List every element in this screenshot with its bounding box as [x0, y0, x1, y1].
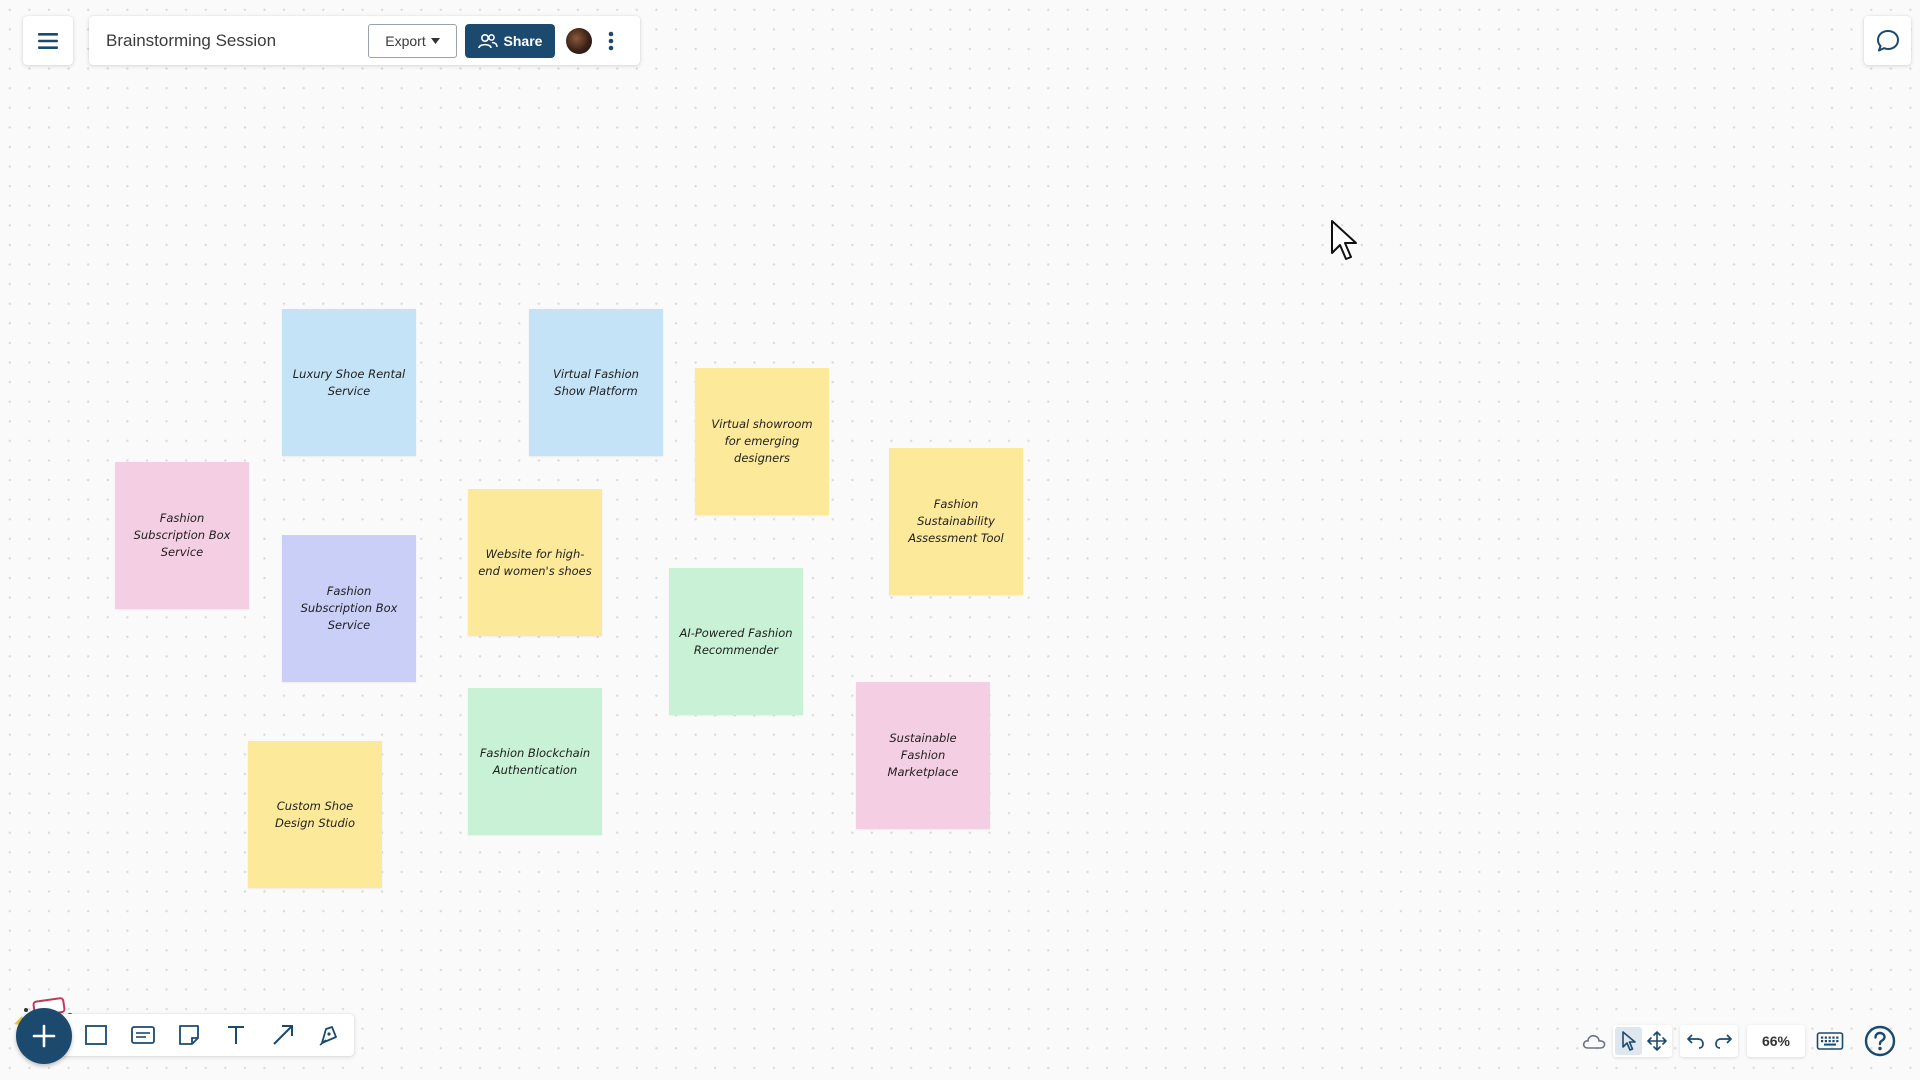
text-tool[interactable] [222, 1021, 250, 1049]
speech-bubble-icon [1876, 29, 1899, 51]
help-icon [1864, 1025, 1896, 1057]
sticky-note[interactable]: Fashion Blockchain Authentication [468, 688, 602, 835]
sticky-note[interactable]: AI-Powered Fashion Recommender [669, 568, 803, 715]
share-label: Share [503, 32, 543, 49]
export-button[interactable]: Export [368, 23, 457, 58]
sticky-note[interactable]: Virtual Fashion Show Platform [529, 309, 663, 456]
add-icon [32, 1024, 56, 1048]
mouse-pointer-icon [1331, 220, 1357, 260]
zoom-level[interactable]: 66% [1747, 1025, 1805, 1057]
sticky-note-text: Fashion Sustainability Assessment Tool [908, 497, 1004, 545]
sticky-note-text: Fashion Blockchain Authentication [479, 745, 591, 777]
help-button[interactable] [1863, 1024, 1897, 1058]
sticky-note-text: Fashion Subscription Box Service [300, 584, 398, 632]
pen-icon [319, 1026, 337, 1046]
main-menu-button[interactable] [23, 16, 73, 65]
board-title[interactable]: Brainstorming Session [106, 31, 368, 51]
move-icon [1646, 1031, 1667, 1051]
arrow-tool[interactable] [269, 1021, 297, 1049]
hamburger-icon [38, 32, 58, 49]
cloud-icon [1582, 1034, 1606, 1049]
sticky-note[interactable]: Custom Shoe Design Studio [248, 741, 382, 888]
undo-icon [1686, 1034, 1704, 1049]
redo-button[interactable] [1709, 1027, 1736, 1055]
text-icon [228, 1026, 244, 1044]
rectangle-icon [85, 1025, 107, 1045]
sticky-note-text: Custom Shoe Design Studio [275, 798, 355, 830]
more-options-button[interactable] [602, 26, 620, 56]
sticky-note[interactable]: Fashion Subscription Box Service [282, 535, 416, 682]
sticky-note[interactable]: Sustainable Fashion Marketplace [856, 682, 990, 829]
select-mode-button[interactable] [1615, 1027, 1642, 1055]
keyboard-shortcuts-button[interactable] [1814, 1027, 1846, 1055]
sticky-note-text: Sustainable Fashion Marketplace [887, 731, 959, 779]
kebab-icon [608, 31, 614, 50]
card-tool[interactable] [129, 1021, 157, 1049]
share-button[interactable]: Share [465, 23, 555, 58]
sticky-note-tool[interactable] [175, 1021, 203, 1049]
arrow-icon [273, 1025, 293, 1045]
user-avatar[interactable] [566, 27, 592, 54]
sticky-note-text: Virtual showroom for emerging designers [711, 417, 813, 465]
caret-down-icon [430, 37, 440, 44]
keyboard-icon [1816, 1032, 1844, 1050]
pan-mode-button[interactable] [1643, 1027, 1670, 1055]
undo-button[interactable] [1682, 1027, 1709, 1055]
sticky-note-text: Fashion Subscription Box Service [133, 511, 231, 559]
sync-status[interactable] [1580, 1027, 1608, 1055]
board-header: Brainstorming Session Export Share [89, 16, 640, 65]
creation-toolbar [58, 1014, 354, 1056]
sticky-note[interactable]: Luxury Shoe Rental Service [282, 309, 416, 456]
redo-icon [1714, 1034, 1732, 1049]
pen-tool[interactable] [316, 1021, 344, 1049]
sticky-note-text: Luxury Shoe Rental Service [292, 366, 406, 398]
sticky-note[interactable]: Fashion Subscription Box Service [115, 462, 249, 609]
sticky-note-text: AI-Powered Fashion Recommender [679, 625, 793, 657]
pointer-icon [1621, 1031, 1636, 1051]
sticky-note-text: Virtual Fashion Show Platform [553, 366, 639, 398]
rectangle-tool[interactable] [82, 1021, 110, 1049]
export-label: Export [385, 32, 426, 49]
sticky-note-text: Website for high-end women's shoes [478, 546, 592, 578]
comments-button[interactable] [1864, 16, 1911, 65]
sticky-note[interactable]: Virtual showroom for emerging designers [695, 368, 829, 515]
sticky-note[interactable]: Fashion Sustainability Assessment Tool [889, 448, 1023, 595]
sticky-note-icon [179, 1025, 199, 1045]
sticky-note[interactable]: Website for high-end women's shoes [468, 489, 602, 636]
card-icon [131, 1026, 155, 1044]
add-button[interactable] [16, 1008, 72, 1064]
people-icon [477, 33, 498, 48]
